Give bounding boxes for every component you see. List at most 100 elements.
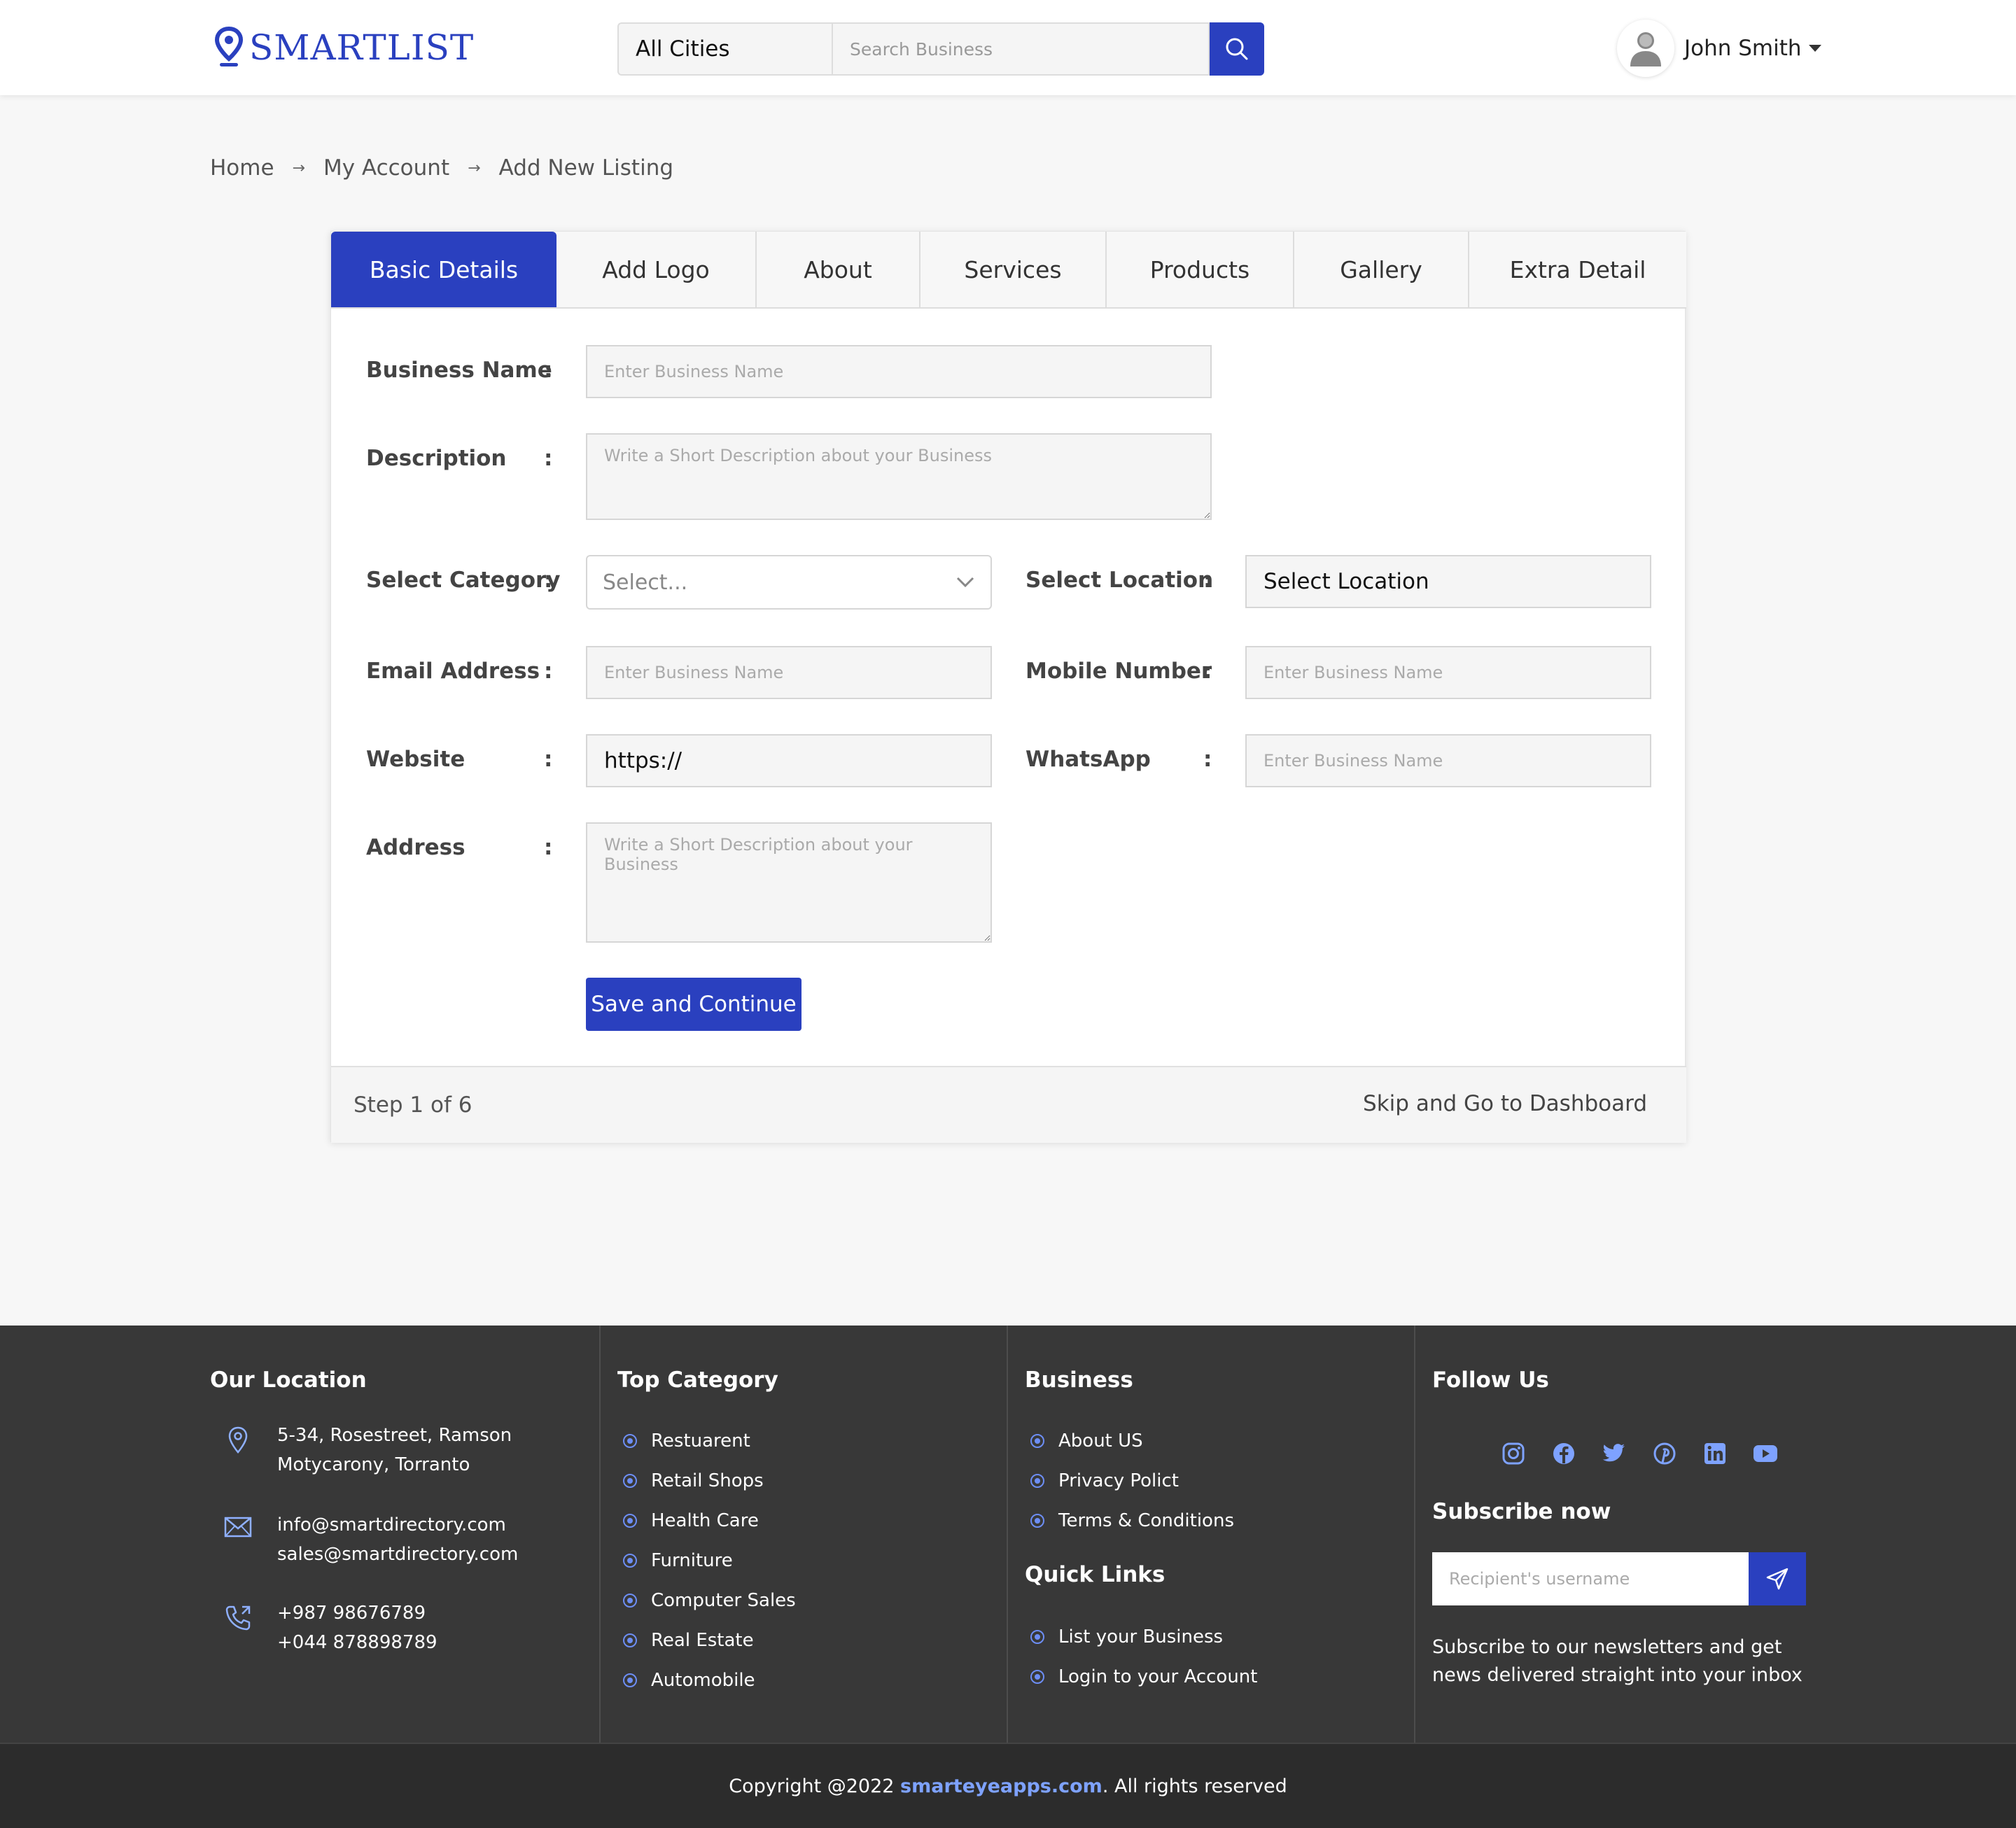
footer-business-list: About US Privacy Polict Terms & Conditio… [1025, 1421, 1234, 1540]
footer-category-heading: Top Category [617, 1368, 778, 1393]
list-item[interactable]: Terms & Conditions [1025, 1500, 1234, 1540]
mobile-input[interactable] [1245, 646, 1651, 699]
website-label: Website [366, 747, 465, 772]
description-textarea[interactable] [586, 433, 1212, 520]
location-select[interactable]: Select Location [1245, 555, 1651, 608]
list-item[interactable]: Login to your Account [1025, 1657, 1257, 1696]
tab-about[interactable]: About [757, 232, 920, 307]
send-icon [1766, 1568, 1788, 1590]
email-input[interactable] [586, 646, 992, 699]
copyright-prefix: Copyright @2022 [729, 1775, 901, 1797]
tab-services[interactable]: Services [920, 232, 1107, 307]
radio-bullet-icon [1030, 1629, 1044, 1644]
colon: : [1203, 659, 1212, 684]
colon: : [544, 358, 553, 383]
list-item[interactable]: Restuarent [617, 1421, 796, 1461]
tab-add-logo[interactable]: Add Logo [556, 232, 757, 307]
list-item[interactable]: Health Care [617, 1500, 796, 1540]
user-avatar-icon [1630, 32, 1661, 66]
colon: : [544, 659, 553, 684]
footer-category-list: Restuarent Retail Shops Health Care Furn… [617, 1421, 796, 1700]
tab-extra-detail[interactable]: Extra Detail [1469, 232, 1686, 307]
save-and-continue-button[interactable]: Save and Continue [586, 978, 802, 1031]
search-button[interactable] [1210, 22, 1264, 76]
skip-to-dashboard-link[interactable]: Skip and Go to Dashboard [1363, 1091, 1647, 1116]
colon: : [544, 446, 553, 471]
email-link[interactable]: sales@smartdirectory.com [277, 1540, 518, 1569]
footer-divider [1007, 1326, 1008, 1743]
user-menu[interactable]: John Smith [1617, 20, 1821, 77]
category-select-value: Select... [603, 570, 688, 595]
footer-subscribe-heading: Subscribe now [1432, 1499, 1611, 1524]
radio-bullet-icon [623, 1553, 637, 1568]
tab-gallery[interactable]: Gallery [1294, 232, 1469, 307]
list-item[interactable]: Privacy Polict [1025, 1461, 1234, 1500]
radio-bullet-icon [623, 1593, 637, 1608]
list-item[interactable]: Computer Sales [617, 1580, 796, 1620]
phone-number[interactable]: +987 98676789 [277, 1598, 438, 1628]
list-item[interactable]: Furniture [617, 1540, 796, 1580]
list-item[interactable]: About US [1025, 1421, 1234, 1461]
arrow-right-icon: → [468, 159, 481, 177]
breadcrumb-home[interactable]: Home [210, 155, 274, 181]
pinterest-icon[interactable] [1639, 1442, 1690, 1465]
step-indicator: Step 1 of 6 [354, 1092, 472, 1118]
social-links [1488, 1442, 1791, 1465]
radio-bullet-icon [623, 1633, 637, 1647]
chevron-down-icon[interactable] [1808, 45, 1821, 52]
location-pin-icon [214, 27, 244, 66]
location-label: Select Location [1026, 568, 1214, 593]
card-footer: Step 1 of 6 Skip and Go to Dashboard [331, 1066, 1686, 1143]
phone-number[interactable]: +044 878898789 [277, 1628, 438, 1657]
breadcrumb: Home → My Account → Add New Listing [210, 155, 673, 181]
phone-icon [225, 1605, 251, 1631]
radio-bullet-icon [623, 1513, 637, 1528]
breadcrumb-current: Add New Listing [498, 155, 674, 181]
copyright-bar: Copyright @2022 smarteyeapps.com . All r… [0, 1743, 2016, 1828]
footer-business-heading: Business [1025, 1368, 1133, 1393]
subscribe-button[interactable] [1749, 1552, 1806, 1605]
search-icon [1226, 38, 1248, 60]
business-name-input[interactable] [586, 345, 1212, 398]
list-item[interactable]: Retail Shops [617, 1461, 796, 1500]
email-link[interactable]: info@smartdirectory.com [277, 1510, 518, 1540]
avatar[interactable] [1617, 20, 1674, 77]
search-bar: All Cities [617, 22, 1264, 76]
site-header: SMARTLIST All Cities John Smith [0, 0, 2016, 95]
whatsapp-input[interactable] [1245, 734, 1651, 787]
tab-products[interactable]: Products [1107, 232, 1294, 307]
radio-bullet-icon [1030, 1433, 1044, 1448]
breadcrumb-account[interactable]: My Account [323, 155, 449, 181]
linkedin-icon[interactable] [1690, 1442, 1740, 1465]
tab-basic-details[interactable]: Basic Details [331, 232, 556, 307]
youtube-icon[interactable] [1740, 1444, 1791, 1463]
facebook-icon[interactable] [1539, 1442, 1589, 1465]
category-select[interactable]: Select... [586, 555, 992, 610]
city-select[interactable]: All Cities [617, 22, 832, 76]
map-pin-icon [228, 1426, 248, 1454]
list-item[interactable]: Automobile [617, 1660, 796, 1700]
user-name[interactable]: John Smith [1684, 36, 1802, 61]
brand-logo[interactable]: SMARTLIST [214, 25, 474, 70]
subscribe-input[interactable] [1432, 1552, 1749, 1605]
colon: : [544, 835, 553, 860]
listing-form-card: Basic Details Add Logo About Services Pr… [330, 231, 1686, 1143]
copyright-link[interactable]: smarteyeapps.com [900, 1776, 1102, 1797]
website-input[interactable] [586, 734, 992, 787]
colon: : [1203, 568, 1212, 593]
instagram-icon[interactable] [1488, 1442, 1539, 1465]
twitter-icon[interactable] [1589, 1443, 1639, 1464]
radio-bullet-icon [1030, 1473, 1044, 1488]
list-item[interactable]: List your Business [1025, 1617, 1257, 1657]
radio-bullet-icon [623, 1433, 637, 1448]
radio-bullet-icon [1030, 1513, 1044, 1528]
list-item[interactable]: Real Estate [617, 1620, 796, 1660]
footer-phones: +987 98676789 +044 878898789 [209, 1598, 438, 1657]
subscribe-form [1432, 1552, 1806, 1605]
subscribe-description: Subscribe to our newsletters and get new… [1432, 1636, 1802, 1686]
address-textarea[interactable] [586, 822, 992, 943]
search-input[interactable] [832, 22, 1210, 76]
radio-bullet-icon [623, 1673, 637, 1687]
brand-name: SMARTLIST [249, 27, 475, 68]
footer-quick-links-heading: Quick Links [1025, 1562, 1166, 1587]
